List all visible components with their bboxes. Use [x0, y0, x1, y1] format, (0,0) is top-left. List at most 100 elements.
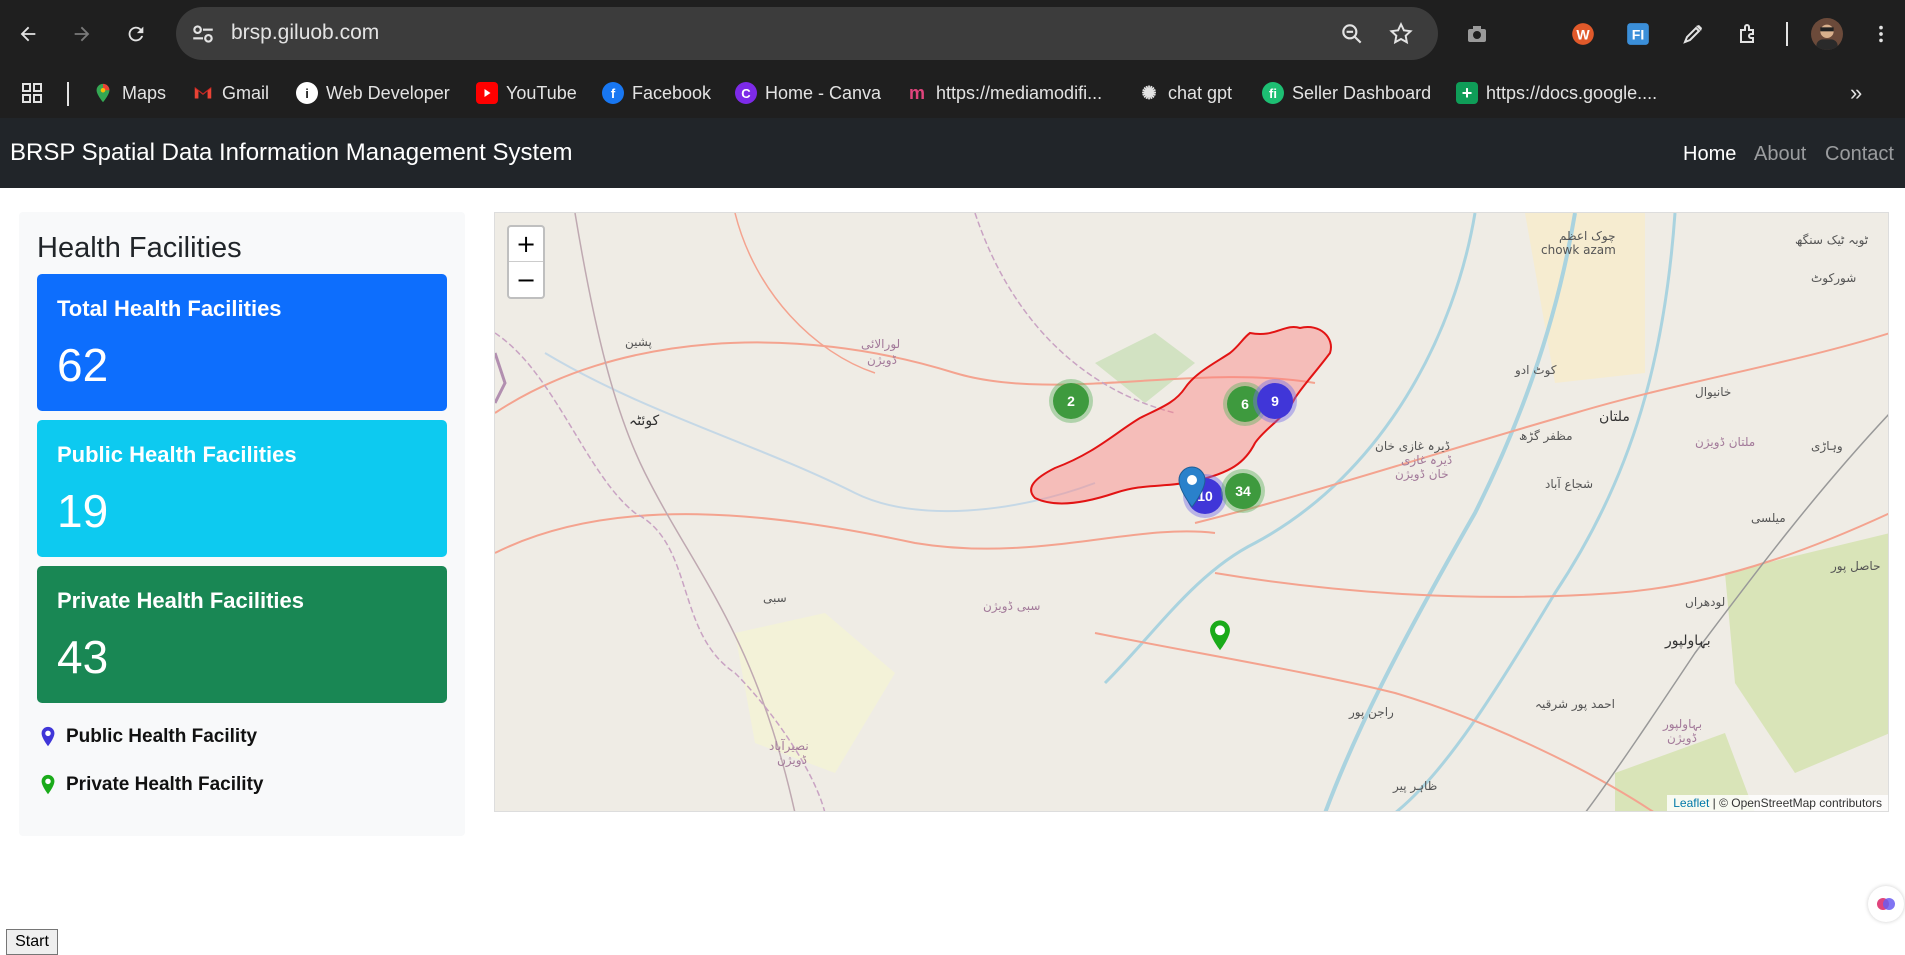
map-label: راجن پور — [1349, 705, 1394, 719]
bookmark-web-developer[interactable]: i Web Developer — [296, 78, 450, 108]
bookmark-google-docs[interactable]: + https://docs.google.... — [1456, 78, 1657, 108]
wordpress-extension-icon[interactable]: W — [1567, 18, 1599, 50]
card-title: Public Health Facilities — [57, 442, 297, 467]
canva-icon: C — [735, 82, 757, 104]
legend-private: Private Health Facility — [39, 774, 263, 796]
meta-icon: m — [908, 82, 925, 103]
navbar-brand[interactable]: BRSP Spatial Data Information Management… — [10, 139, 573, 167]
map-label: شجاع آباد — [1545, 477, 1594, 491]
profile-avatar[interactable] — [1811, 18, 1843, 50]
public-facilities-card: Public Health Facilities 19 — [37, 420, 447, 557]
back-button[interactable] — [8, 14, 48, 54]
toolbar-divider — [1786, 22, 1788, 46]
bookmark-label: chat gpt — [1168, 82, 1233, 103]
fiverr-icon: fi — [1262, 82, 1284, 104]
gmail-icon — [192, 82, 214, 104]
map-label: سبی ڈویژن — [983, 599, 1041, 613]
zoom-in-button[interactable]: + — [509, 227, 543, 262]
map-label: کوئٹہ — [629, 413, 660, 429]
zoom-icon[interactable] — [1339, 21, 1365, 47]
cluster-marker[interactable]: 9 — [1257, 383, 1293, 419]
private-facility-marker[interactable] — [1207, 619, 1233, 653]
cluster-marker[interactable]: 34 — [1225, 473, 1261, 509]
road — [495, 513, 1216, 554]
bookmarks-bar: Maps Gmail i Web Developer YouTube f Fac… — [0, 68, 1905, 118]
site-settings-icon[interactable] — [190, 21, 216, 47]
legend-public: Public Health Facility — [39, 726, 257, 748]
map-label: chowk azam — [1541, 243, 1616, 257]
camera-extension-icon[interactable] — [1461, 18, 1493, 50]
boundary — [495, 352, 507, 404]
double-chevron-right-icon: » — [1850, 80, 1863, 105]
nav-link-contact[interactable]: Contact — [1825, 143, 1894, 166]
bookmark-mediamodifier[interactable]: m https://mediamodifi... — [906, 78, 1102, 108]
map-attribution: Leaflet | © OpenStreetMap contributors — [1667, 795, 1888, 811]
bookmark-maps[interactable]: Maps — [92, 78, 166, 108]
youtube-icon — [476, 82, 498, 104]
address-bar[interactable]: brsp.giluob.com — [176, 7, 1438, 60]
bookmark-label: https://docs.google.... — [1486, 82, 1658, 103]
facebook-icon: f — [602, 82, 624, 104]
nav-link-about[interactable]: About — [1754, 143, 1806, 166]
map-label: چوک اعظم — [1559, 229, 1616, 243]
map-label: احمد پور شرقیہ — [1535, 697, 1616, 711]
bookmark-chat-gpt[interactable]: ✺ chat gpt — [1138, 78, 1232, 108]
card-value: 62 — [57, 339, 109, 391]
map-label: ظاہر پیر — [1393, 779, 1438, 793]
bookmark-facebook[interactable]: f Facebook — [602, 78, 711, 108]
more-vertical-icon — [1879, 25, 1883, 43]
map-label: مظفر گڑھ — [1519, 429, 1573, 443]
bookmark-canva[interactable]: C Home - Canva — [735, 78, 881, 108]
ai-assistant-icon[interactable] — [1868, 886, 1904, 922]
terrain-patch — [1095, 333, 1195, 403]
eyedropper-extension-icon[interactable] — [1677, 18, 1709, 50]
map-label: بہاولپور — [1665, 633, 1711, 649]
map-label: ڈویژن — [1667, 731, 1697, 745]
map-label: ڈیرہ غازی خان — [1375, 439, 1450, 453]
blue-marker-icon — [41, 726, 55, 747]
apps-button[interactable] — [20, 78, 44, 108]
zoom-control: + − — [507, 225, 545, 299]
legend-label: Public Health Facility — [66, 726, 258, 747]
attribution-text: | © OpenStreetMap contributors — [1709, 796, 1882, 810]
bookmark-seller-dashboard[interactable]: fi Seller Dashboard — [1262, 78, 1431, 108]
more-bookmarks-button[interactable]: » — [1850, 78, 1862, 108]
map-label: ٹوبہ ٹیک سنگھ — [1795, 233, 1869, 247]
map-label: نصیرآباد — [769, 739, 809, 753]
bookmark-youtube[interactable]: YouTube — [476, 78, 577, 108]
fonts-extension-icon[interactable]: FI — [1622, 18, 1654, 50]
openai-icon: ✺ — [1141, 82, 1157, 103]
extensions-puzzle-icon[interactable] — [1732, 18, 1764, 50]
map-label: ملتان — [1599, 409, 1630, 425]
map-label: ڈیرہ غازی — [1401, 453, 1453, 467]
zoom-out-button[interactable]: − — [509, 262, 543, 297]
card-value: 19 — [57, 485, 109, 537]
map-view[interactable]: + − چوک اعظم chowk azam شورکوٹ ٹوبہ ٹیک … — [494, 212, 1889, 812]
map-label: لورالائی — [861, 337, 901, 351]
bookmarks-divider — [67, 82, 69, 106]
card-value: 43 — [57, 631, 109, 683]
cluster-marker[interactable]: 2 — [1053, 383, 1089, 419]
forward-button[interactable] — [62, 14, 102, 54]
arrow-left-icon — [20, 26, 36, 42]
start-button[interactable]: Start — [6, 929, 58, 955]
map-label: خانیوال — [1695, 385, 1732, 399]
url-text[interactable]: brsp.giluob.com — [231, 21, 379, 45]
map-label: میلسی — [1751, 511, 1786, 525]
map-label: کوٹ ادو — [1515, 363, 1557, 377]
map-label: لودھراں — [1685, 595, 1726, 609]
browser-toolbar: brsp.giluob.com W FI — [0, 0, 1905, 68]
bookmark-label: Gmail — [222, 82, 270, 103]
leaflet-link[interactable]: Leaflet — [1673, 796, 1709, 810]
green-marker-icon — [41, 774, 55, 795]
nav-link-home[interactable]: Home — [1683, 143, 1736, 166]
reload-button[interactable] — [116, 14, 156, 54]
default-location-marker[interactable] — [1178, 466, 1206, 508]
app-navbar: BRSP Spatial Data Information Management… — [0, 118, 1905, 188]
bookmark-star-icon[interactable] — [1388, 21, 1414, 47]
private-facilities-card: Private Health Facilities 43 — [37, 566, 447, 703]
chrome-menu-button[interactable] — [1865, 18, 1897, 50]
bookmark-label: Seller Dashboard — [1292, 82, 1432, 103]
bookmark-gmail[interactable]: Gmail — [192, 78, 269, 108]
card-title: Private Health Facilities — [57, 588, 304, 613]
